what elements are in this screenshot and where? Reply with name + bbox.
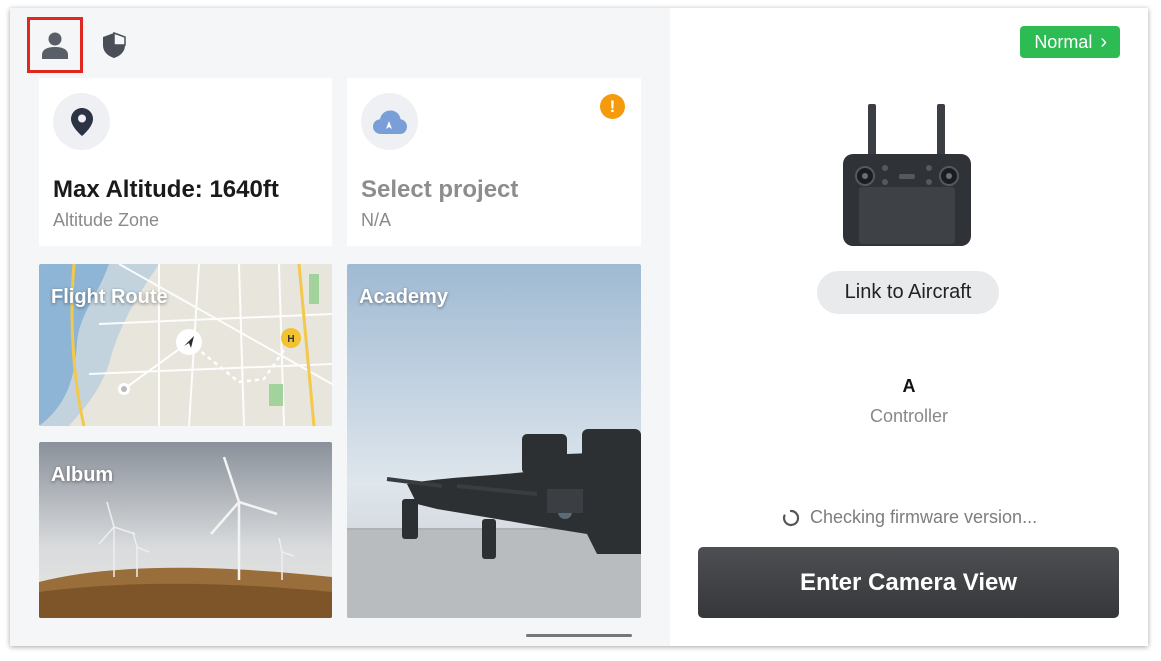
altitude-zone-label: Altitude Zone [53,210,160,230]
cloud-icon [372,110,407,134]
flight-mode-label: Normal [1034,31,1093,52]
left-panel: Max Altitude: 1640ft Altitude Zone ! Sel… [10,8,670,646]
altitude-card[interactable]: Max Altitude: 1640ft Altitude Zone [39,78,332,246]
academy-label: Academy [359,286,448,308]
altitude-icon-wrap [53,93,110,150]
chevron-right-icon: › [1100,31,1107,53]
right-panel: Normal › Link to Aircraft A Controller C… [670,8,1148,646]
firmware-status: Checking firmware version... [782,507,1037,528]
project-status-label: N/A [361,210,392,230]
location-pin-icon [70,107,93,136]
flight-route-label: Flight Route [51,286,168,308]
firmware-status-text: Checking firmware version... [810,507,1038,527]
app-window: Max Altitude: 1640ft Altitude Zone ! Sel… [10,8,1148,646]
loading-spinner-icon [782,509,800,526]
security-button[interactable] [86,17,142,73]
user-icon [42,32,68,59]
academy-drone-image [347,264,641,618]
shield-icon [103,31,126,58]
remote-controller-image [843,104,971,246]
max-altitude-title: Max Altitude: 1640ft [53,176,279,203]
device-type-label: Controller [869,406,949,426]
scroll-indicator [526,634,632,637]
link-to-aircraft-button[interactable]: Link to Aircraft [817,271,999,314]
device-name: A [902,376,916,396]
user-button[interactable] [27,17,83,73]
svg-text:H: H [287,334,294,345]
flight-route-tile[interactable]: H Flight Route [39,264,332,426]
warning-badge: ! [600,94,625,119]
album-label: Album [51,464,114,486]
select-project-title: Select project [361,176,519,203]
project-card[interactable]: ! Select project N/A [347,78,641,246]
academy-tile[interactable]: Academy [347,264,641,618]
project-icon-wrap [361,93,418,150]
flight-mode-button[interactable]: Normal › [1020,26,1120,58]
album-tile[interactable]: Album [39,442,332,618]
enter-camera-view-button[interactable]: Enter Camera View [698,547,1119,618]
